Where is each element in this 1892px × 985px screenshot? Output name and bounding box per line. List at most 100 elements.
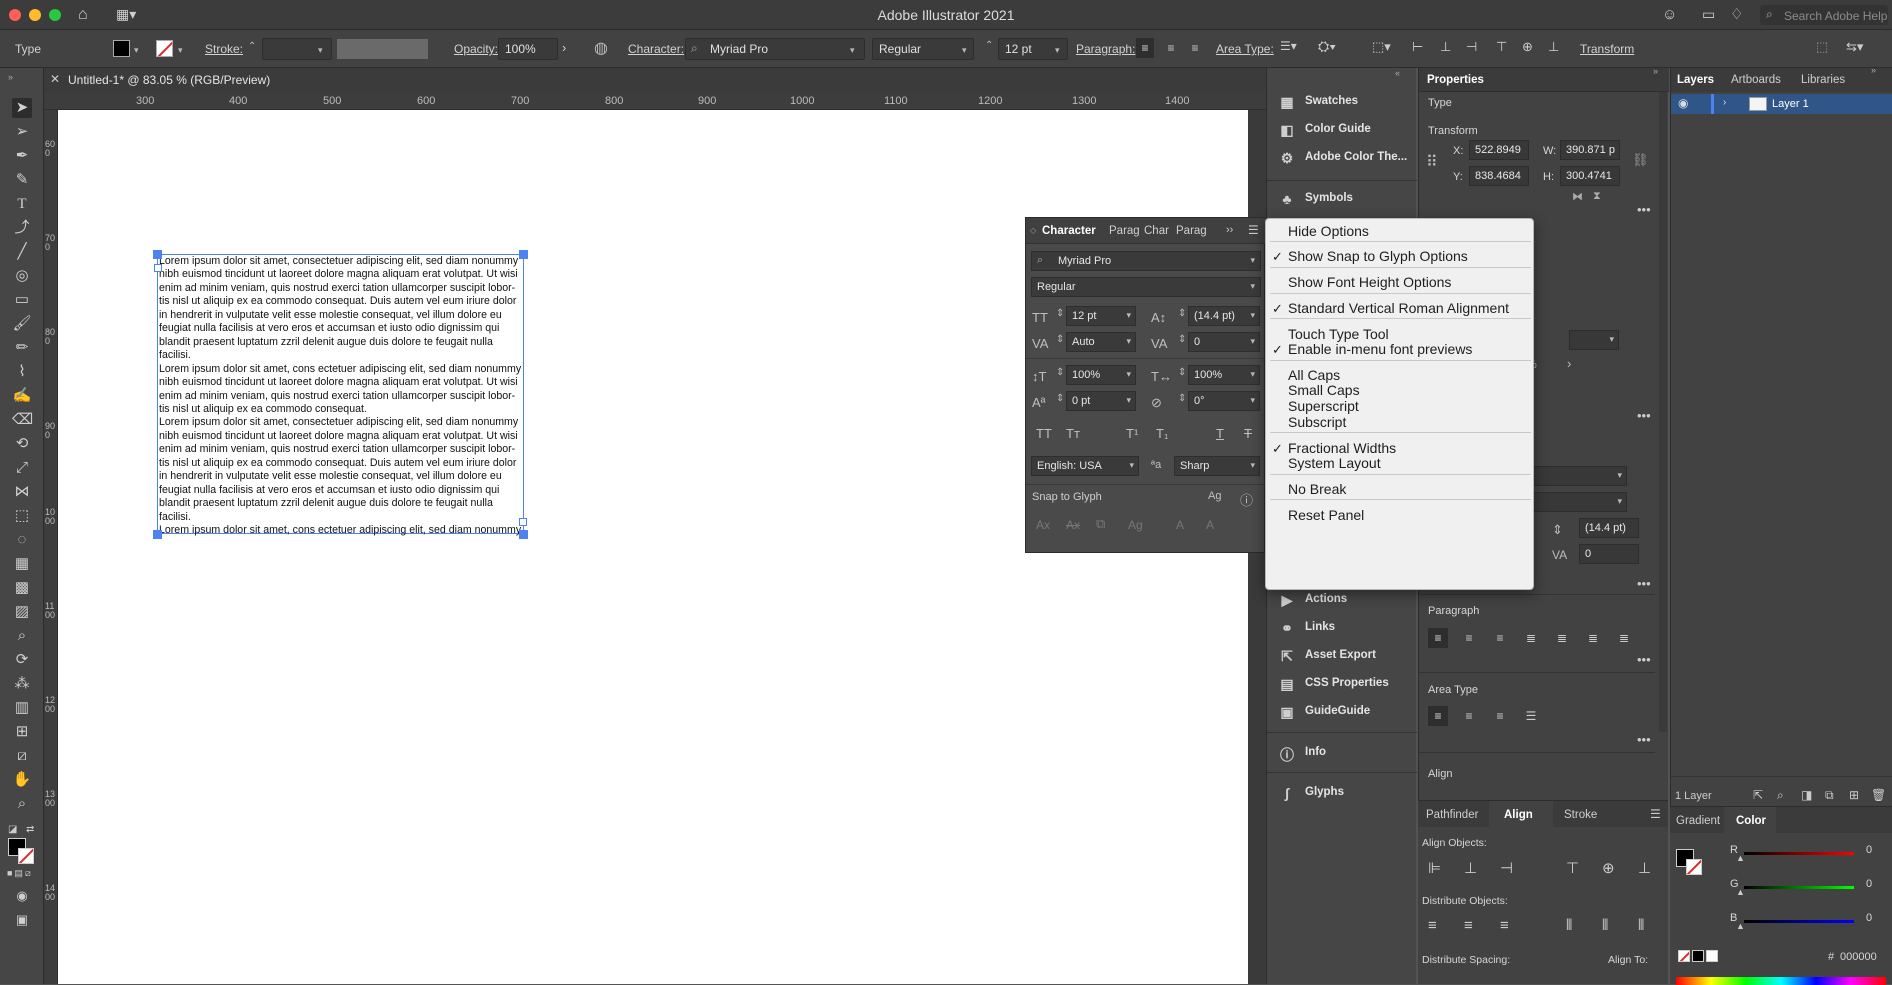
visibility-eye-icon[interactable]: ◉ [1678, 96, 1688, 110]
swatches-panel-button[interactable]: ▦ Swatches [1267, 89, 1417, 115]
distribute-hcenter-icon[interactable]: ⫴ [1602, 917, 1608, 934]
artboard-tool-icon[interactable]: ⊞ [12, 722, 32, 742]
character-panel-menu-icon[interactable]: ☰ [1248, 223, 1259, 237]
character-expand-icon[interactable]: › [1567, 356, 1571, 371]
text-line[interactable]: Lorem ipsum dolor sit amet, consectetuer… [158, 416, 523, 429]
opacity-field[interactable]: 100% [498, 38, 558, 60]
links-panel-button[interactable]: ⚭ Links [1267, 615, 1417, 641]
menu-item-standard-vertical-roman-alignment[interactable]: ✓ Standard Vertical Roman Alignment [1266, 299, 1535, 318]
character-more-icon[interactable]: ••• [1637, 576, 1651, 591]
distribute-right-icon[interactable]: ⫴ [1638, 917, 1644, 934]
green-slider[interactable] [1744, 886, 1854, 889]
guideguide-panel-button[interactable]: ▣ GuideGuide [1267, 699, 1417, 725]
stroke-tab[interactable]: Stroke [1564, 809, 1597, 821]
character-more-options-icon[interactable]: ••• [1637, 408, 1651, 423]
selection-handle-top-left[interactable] [153, 250, 162, 259]
paragraph-align-center-icon[interactable]: ≡ [1459, 628, 1479, 648]
paragraph-align-right-icon[interactable]: ≡ [1490, 628, 1510, 648]
more-tabs-icon[interactable]: ›› [1226, 224, 1233, 236]
distribute-left-icon[interactable]: ⫴ [1566, 917, 1572, 934]
draw-mode-icon[interactable]: ◉ [12, 886, 32, 906]
isolate-icon[interactable]: ⬚ [1816, 39, 1828, 55]
red-slider[interactable] [1744, 852, 1854, 855]
horizontal-align-center-icon[interactable]: ⊥ [1440, 39, 1451, 55]
text-line[interactable]: nibh euismod tincidunt ut laoreet dolore… [158, 430, 523, 443]
area-type-center-icon[interactable]: ≡ [1459, 706, 1479, 726]
text-line[interactable]: enim ad minim veniam, quis nostrud exerc… [158, 443, 523, 456]
close-document-icon[interactable]: ✕ [50, 72, 60, 86]
pencil-tool-icon[interactable]: ✏ [12, 338, 32, 358]
gradient-tab[interactable]: Gradient [1676, 815, 1720, 827]
asset-export-panel-button[interactable]: ⇱ Asset Export [1267, 643, 1417, 669]
font-size-stepper-icon[interactable]: ⌃ [985, 40, 993, 51]
new-sublayer-icon[interactable]: ⧉ [1825, 788, 1834, 803]
text-line[interactable]: feugiat nulla facilisis at vero eros et … [158, 322, 523, 335]
stroke-label[interactable]: Stroke: [205, 42, 243, 56]
color-tab[interactable]: Color [1736, 815, 1766, 827]
paragraph-align-left-icon[interactable]: ≡ [1428, 628, 1448, 648]
info-panel-button[interactable]: ⓘ Info [1267, 740, 1417, 766]
snap-glyph-bounds-icon[interactable]: ⧉ [1096, 516, 1105, 532]
area-type-label[interactable]: Area Type: [1216, 42, 1274, 56]
distribute-bottom-icon[interactable]: ≡ [1500, 917, 1509, 934]
align-right-icon[interactable]: ≡ [1186, 38, 1204, 58]
properties-tracking-field[interactable]: 0 [1579, 544, 1639, 564]
locate-object-icon[interactable]: ⌕ [1777, 788, 1784, 803]
font-style-field[interactable]: Regular [872, 38, 974, 60]
character-label[interactable]: Character: [628, 42, 684, 56]
flip-vertical-icon[interactable]: ⧗ [1593, 190, 1601, 203]
character-kerning-field[interactable]: Auto ▾ [1066, 332, 1136, 352]
strikethrough-icon[interactable]: T [1244, 426, 1252, 441]
artboards-tab[interactable]: Artboards [1731, 74, 1781, 86]
align-center-icon[interactable]: ≡ [1162, 38, 1180, 58]
variable-width-profile[interactable] [337, 39, 428, 59]
text-line[interactable]: nibh euismod tincidunt ut laoreet dolore… [158, 268, 523, 281]
stroke-weight-dropdown-icon[interactable]: ▾ [318, 45, 323, 56]
glyphs-panel-button[interactable]: ʃ Glyphs [1267, 780, 1417, 806]
menu-item-show-font-height-options[interactable]: Show Font Height Options [1266, 273, 1535, 292]
underline-icon[interactable]: T [1216, 426, 1224, 441]
vertical-scale-stepper[interactable]: ⇕ [1056, 367, 1064, 378]
white-swatch[interactable] [1706, 950, 1718, 962]
gradient-tool-icon[interactable]: ▨ [12, 602, 32, 622]
justify-last-center-icon[interactable]: ≣ [1552, 628, 1572, 648]
font-family-field[interactable]: ⌕ Myriad Pro [685, 38, 865, 60]
actions-panel-button[interactable]: ▶ Actions [1267, 587, 1417, 613]
text-line[interactable]: blandit praesent luptatum zzril delenit … [158, 497, 523, 510]
subscript-icon[interactable]: T₁ [1156, 426, 1168, 441]
layer-row[interactable]: ◉ › Layer 1 [1671, 94, 1892, 114]
panel-grip-icon[interactable]: ◇ [1030, 226, 1036, 235]
character-horizontal-scale-field[interactable]: 100% ▾ [1188, 365, 1260, 385]
line-tool-icon[interactable]: ╱ [12, 242, 32, 262]
area-type-text-frame[interactable]: Lorem ipsum dolor sit amet, consectetuer… [157, 254, 524, 537]
none-swatch[interactable] [1678, 950, 1690, 962]
g-value[interactable]: 0 [1866, 878, 1872, 890]
transform-link[interactable]: Transform [1580, 42, 1634, 56]
align-tab[interactable]: Align [1504, 809, 1533, 821]
red-slider-thumb[interactable]: ▲ [1736, 853, 1745, 863]
text-line[interactable]: Lorem ipsum dolor sit amet, cons ectetue… [158, 524, 523, 537]
hex-value[interactable]: 000000 [1840, 951, 1877, 963]
opacity-label[interactable]: Opacity: [454, 42, 498, 56]
symbol-sprayer-tool-icon[interactable]: ⁂ [12, 674, 32, 694]
align-top-edges-icon[interactable]: ⊤ [1566, 859, 1579, 877]
menu-item-no-break[interactable]: No Break [1266, 480, 1535, 499]
snap-glyph-info-icon[interactable]: ⓘ [1240, 490, 1253, 509]
discover-icon[interactable]: ♢ [1730, 5, 1743, 23]
properties-leading-field[interactable]: (14.4 pt) [1579, 518, 1639, 538]
direct-selection-tool-icon[interactable]: ➢ [12, 122, 32, 142]
symbols-panel-button[interactable]: ♣ Symbols [1267, 186, 1417, 212]
menu-item-enable-in-menu-font-previews[interactable]: ✓ Enable in-menu font previews [1266, 340, 1535, 359]
arrange-icon[interactable]: ⇆▾ [1846, 39, 1863, 55]
delete-layer-icon[interactable]: 🗑 [1871, 788, 1886, 802]
align-to-icon[interactable]: ⬚▾ [1372, 39, 1391, 55]
menu-item-system-layout[interactable]: System Layout [1266, 454, 1535, 473]
area-type-more-options-icon[interactable]: ••• [1637, 732, 1651, 747]
character-styles-tab[interactable]: Char [1144, 225, 1169, 237]
blue-slider-thumb[interactable]: ▲ [1736, 921, 1745, 931]
text-line[interactable]: tis nisl ut aliquip ex ea commodo conseq… [158, 403, 523, 416]
width-field[interactable]: 390.871 p [1560, 140, 1620, 160]
font-size-dropdown-icon[interactable]: ▾ [1055, 45, 1060, 56]
y-position-field[interactable]: 838.4684 [1469, 166, 1529, 186]
text-line[interactable]: tis nisl ut aliquip ex ea commodo conseq… [158, 295, 523, 308]
